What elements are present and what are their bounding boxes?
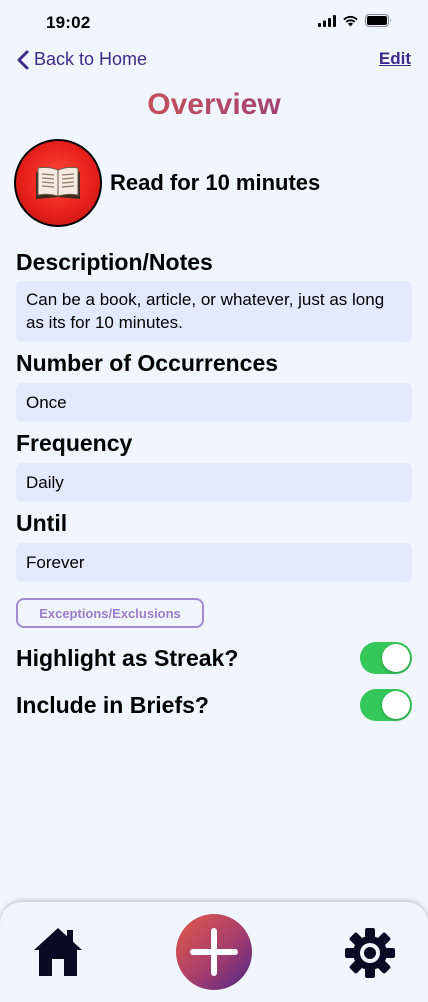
until-label: Until: [16, 510, 68, 536]
page-title: Overview: [0, 88, 428, 122]
nav-bar: Back to Home Edit: [0, 46, 428, 76]
streak-toggle-label: Highlight as Streak?: [16, 644, 239, 671]
back-to-home-button[interactable]: Back to Home: [16, 49, 147, 70]
wifi-icon: [343, 15, 358, 26]
briefs-toggle-label: Include in Briefs?: [16, 691, 209, 718]
briefs-toggle-row: Include in Briefs?: [16, 688, 412, 722]
chevron-left-icon: [17, 50, 29, 69]
toggle-knob: [382, 644, 410, 672]
exceptions-button[interactable]: Exceptions/Exclusions: [16, 598, 204, 628]
edit-button[interactable]: Edit: [379, 49, 411, 69]
streak-toggle[interactable]: [360, 642, 412, 674]
toggle-knob: [382, 691, 410, 719]
home-tab[interactable]: [33, 926, 83, 982]
battery-icon: [365, 14, 391, 27]
occurrences-label: Number of Occurrences: [16, 350, 279, 376]
briefs-toggle[interactable]: [360, 689, 412, 721]
status-icons: [318, 14, 392, 27]
gear-icon: [345, 928, 395, 978]
book-icon: [36, 166, 80, 199]
habit-header: Read for 10 minutes: [14, 139, 320, 227]
streak-toggle-row: Highlight as Streak?: [16, 641, 412, 675]
habit-name: Read for 10 minutes: [110, 170, 321, 195]
frequency-value: Daily: [16, 463, 412, 502]
status-time: 19:02: [46, 13, 91, 32]
add-button[interactable]: [176, 914, 252, 990]
status-bar: 19:02: [0, 0, 428, 46]
plus-icon: [190, 928, 238, 976]
until-value: Forever: [16, 543, 412, 582]
back-label: Back to Home: [34, 49, 148, 69]
frequency-label: Frequency: [16, 430, 133, 456]
signal-icon: [318, 14, 336, 27]
home-icon: [34, 928, 82, 976]
tab-bar: [0, 902, 428, 1002]
description-label: Description/Notes: [16, 249, 213, 275]
settings-tab[interactable]: [344, 927, 396, 983]
occurrences-value: Once: [16, 383, 412, 422]
description-value: Can be a book, article, or whatever, jus…: [16, 281, 412, 342]
habit-icon: [14, 139, 102, 227]
